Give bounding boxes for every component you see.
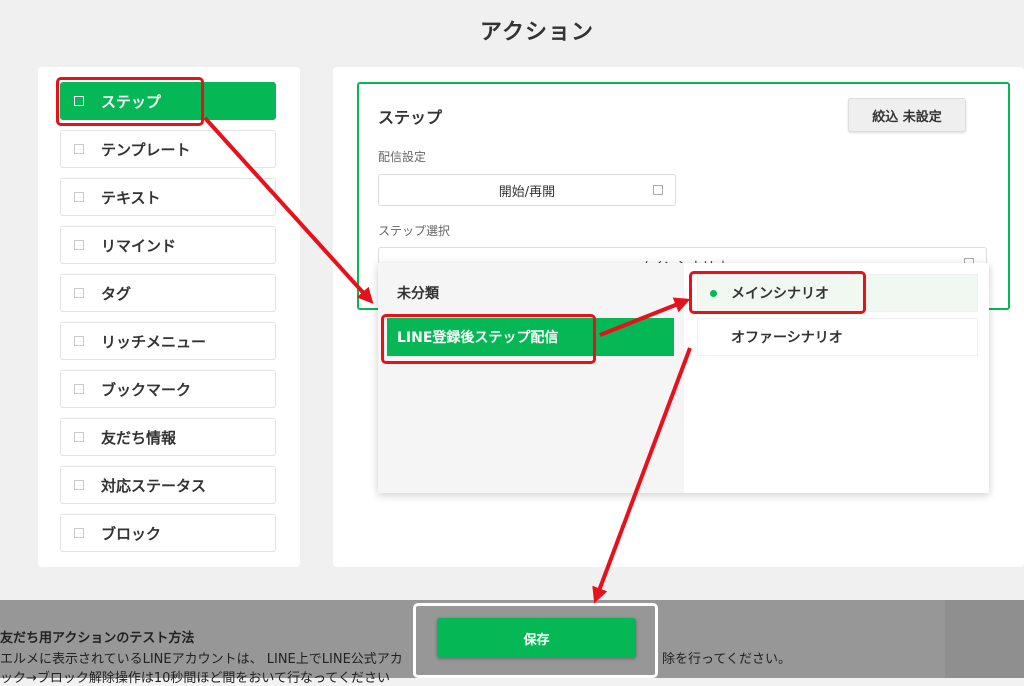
action-item[interactable]: タグ [60,274,276,312]
action-item[interactable]: ブロック [60,514,276,552]
action-item[interactable]: テキスト [60,178,276,216]
checkbox-icon [74,336,84,346]
delivery-setting-label: 配信設定 [378,150,427,164]
action-item[interactable]: リッチメニュー [60,322,276,360]
checkbox-icon [74,192,84,202]
help-line-2: ック→ブロック解除操作は10秒間ほど間をおいて行なってください [0,671,391,686]
delivery-setting-select[interactable]: 開始/再開 [378,174,676,206]
scenario-label: オファーシナリオ [731,330,843,346]
checkbox-icon [74,144,84,154]
checkbox-icon [74,528,84,538]
action-item-label: テンプレート [101,140,191,159]
action-item-label: リッチメニュー [101,332,207,351]
checkbox-icon [74,288,84,298]
highlight-step [56,77,204,126]
action-item-label: ブロック [101,524,162,543]
action-item-label: タグ [101,284,132,303]
action-item[interactable]: リマインド [60,226,276,264]
action-item[interactable]: ブックマーク [60,370,276,408]
action-item-label: 友だち情報 [101,428,177,447]
step-panel-title: ステップ [378,108,443,127]
action-item[interactable]: 対応ステータス [60,466,276,504]
help-line-1: エルメに表示されているLINEアカウントは、 LINE上でLINE公式アカ [0,652,403,667]
action-item-label: テキスト [101,188,161,207]
action-list-panel: ステップ テンプレート テキスト リマインド タグ リッチメニュー ブックマーク 友だち情報対… [38,67,300,567]
checkbox-icon [74,240,84,250]
action-item-label: リマインド [101,236,177,255]
action-item[interactable]: テンプレート [60,130,276,168]
unselected-dot-icon [710,334,717,341]
checkbox-icon [74,432,84,442]
scenario-item-offer[interactable]: オファーシナリオ [697,318,978,356]
step-select-label: ステップ選択 [378,224,451,238]
help-line-1-end: 除を行ってください。 [662,652,791,667]
filter-button[interactable]: 絞込 未設定 [848,98,966,132]
highlight-save [413,603,658,678]
help-heading: 友だち用アクションのテスト方法 [0,631,195,646]
highlight-category [381,314,596,364]
modal-title: アクション [480,20,594,45]
highlight-scenario [689,271,866,314]
category-item-uncategorized[interactable]: 未分類 [387,274,674,312]
checkbox-icon [74,384,84,394]
delivery-setting-value: 開始/再開 [498,184,556,200]
action-item-label: 対応ステータス [101,476,207,495]
dropdown-toggle-icon [653,185,663,195]
checkbox-icon [74,480,84,490]
action-item[interactable]: 友だち情報 [60,418,276,456]
action-item-label: ブックマーク [101,380,192,399]
